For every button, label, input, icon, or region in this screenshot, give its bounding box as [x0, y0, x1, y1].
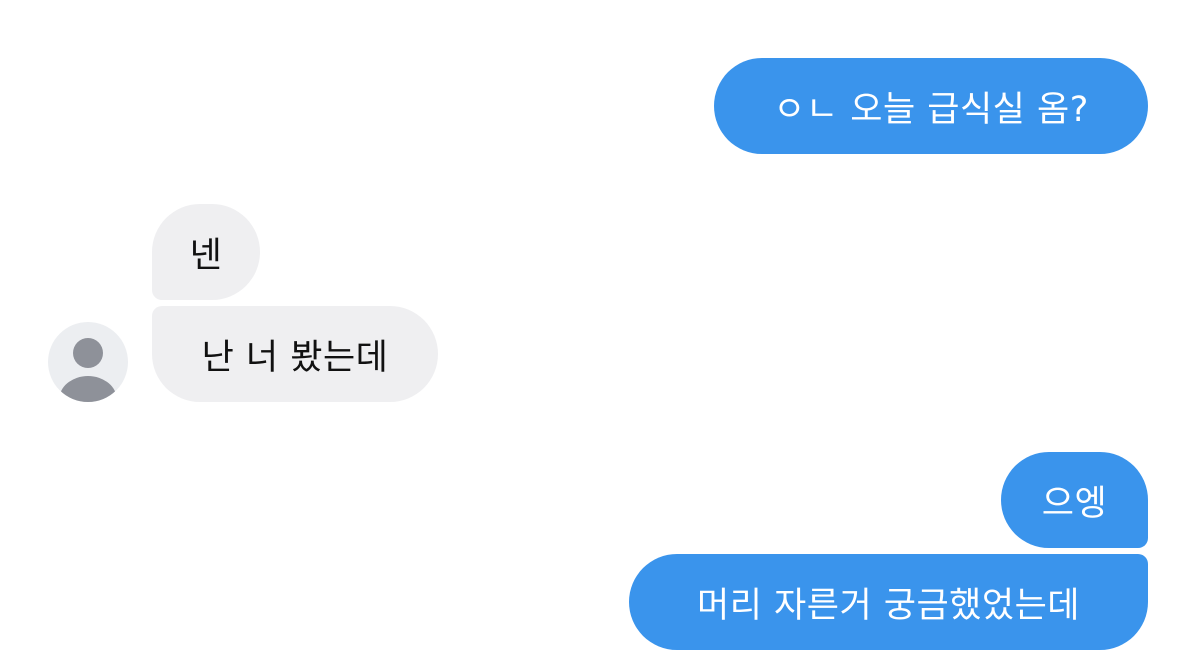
sent-message-bubble[interactable]: ㅇㄴ 오늘 급식실 옴? — [714, 58, 1148, 154]
sent-message-bubble[interactable]: 머리 자른거 궁금했었는데 — [629, 554, 1148, 650]
received-message-bubble[interactable]: 넨 — [152, 204, 260, 300]
message-text: 으엥 — [1041, 483, 1108, 524]
chat-thread: ㅇㄴ 오늘 급식실 옴? 넨 난 너 봤는데 으엥 머리 자른거 궁금했었는데 — [0, 0, 1200, 672]
message-text: 머리 자른거 궁금했었는데 — [697, 585, 1080, 626]
message-text: 넨 — [189, 235, 223, 276]
sent-message-bubble[interactable]: 으엥 — [1001, 452, 1148, 548]
message-text: ㅇㄴ 오늘 급식실 옴? — [773, 89, 1089, 130]
default-user-avatar-icon[interactable] — [48, 322, 128, 402]
message-text: 난 너 봤는데 — [201, 337, 389, 378]
received-message-bubble[interactable]: 난 너 봤는데 — [152, 306, 438, 402]
